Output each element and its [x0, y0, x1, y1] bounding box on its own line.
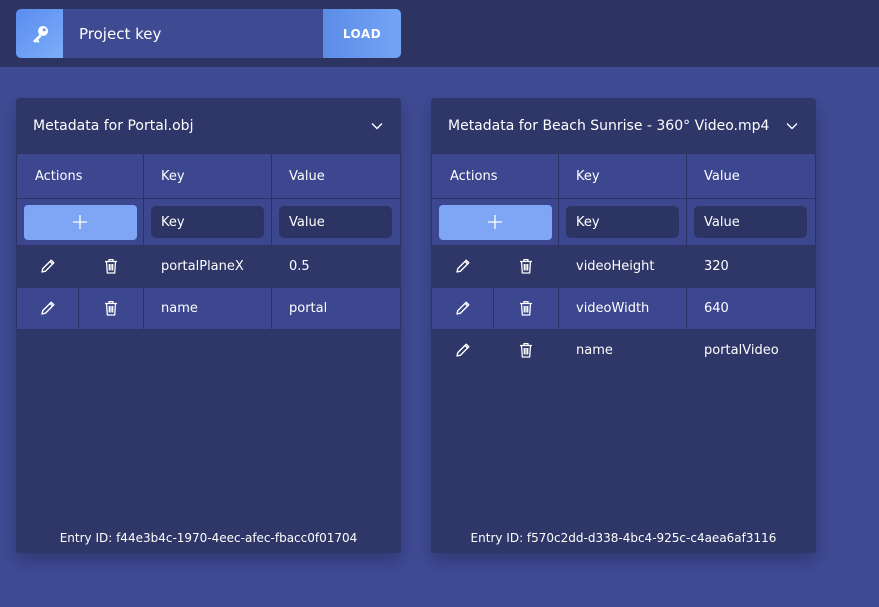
chevron-down-icon[interactable]	[370, 119, 384, 133]
column-header-key: Key	[143, 153, 272, 199]
table-row: videoWidth 640	[431, 287, 816, 330]
top-bar: LOAD	[0, 0, 879, 67]
project-key-input[interactable]	[63, 9, 323, 58]
pencil-icon[interactable]	[452, 339, 474, 361]
row-value: 640	[686, 287, 816, 330]
plus-icon	[73, 214, 87, 229]
row-value: 320	[686, 245, 816, 288]
card-title: Metadata for Portal.obj	[33, 117, 194, 134]
new-key-input[interactable]	[566, 206, 679, 238]
key-icon	[16, 9, 63, 58]
pencil-icon[interactable]	[452, 255, 474, 277]
pencil-icon[interactable]	[37, 255, 59, 277]
pencil-icon[interactable]	[452, 297, 474, 319]
pencil-icon[interactable]	[37, 297, 59, 319]
new-entry-row	[431, 198, 816, 246]
trash-icon[interactable]	[515, 339, 537, 361]
new-entry-row	[16, 198, 401, 246]
new-key-input[interactable]	[151, 206, 264, 238]
entry-id: Entry ID: f44e3b4c-1970-4eec-afec-fbacc0…	[59, 531, 358, 545]
row-key: videoWidth	[558, 287, 687, 330]
row-key: portalPlaneX	[143, 245, 272, 288]
new-value-input[interactable]	[279, 206, 392, 238]
add-entry-button[interactable]	[439, 204, 552, 240]
metadata-card-portal: Metadata for Portal.obj Actions Key Valu…	[16, 98, 401, 553]
row-value: 0.5	[271, 245, 401, 288]
new-value-input[interactable]	[694, 206, 807, 238]
trash-icon[interactable]	[100, 297, 122, 319]
table-row: portalPlaneX 0.5	[16, 245, 401, 288]
table-row: videoHeight 320	[431, 245, 816, 288]
trash-icon[interactable]	[100, 255, 122, 277]
load-button[interactable]: LOAD	[323, 9, 401, 58]
metadata-card-beach-sunrise: Metadata for Beach Sunrise - 360° Video.…	[431, 98, 816, 553]
card-header: Metadata for Portal.obj	[16, 98, 401, 153]
table-row: name portalVideo	[431, 329, 816, 372]
table-row: name portal	[16, 287, 401, 330]
column-header-actions: Actions	[431, 153, 559, 199]
add-entry-button[interactable]	[24, 204, 137, 240]
column-header-value: Value	[271, 153, 401, 199]
entry-id: Entry ID: f570c2dd-d338-4bc4-925c-c4aea6…	[470, 531, 777, 545]
card-header: Metadata for Beach Sunrise - 360° Video.…	[431, 98, 816, 153]
metadata-table: Actions Key Value	[431, 153, 816, 372]
project-key-group: LOAD	[16, 9, 401, 58]
chevron-down-icon[interactable]	[785, 119, 799, 133]
row-value: portalVideo	[686, 329, 816, 372]
metadata-table: Actions Key Value	[16, 153, 401, 330]
trash-icon[interactable]	[515, 255, 537, 277]
column-header-value: Value	[686, 153, 816, 199]
row-key: name	[558, 329, 687, 372]
row-value: portal	[271, 287, 401, 330]
card-title: Metadata for Beach Sunrise - 360° Video.…	[448, 117, 770, 134]
trash-icon[interactable]	[515, 297, 537, 319]
row-key: videoHeight	[558, 245, 687, 288]
column-header-actions: Actions	[16, 153, 144, 199]
plus-icon	[488, 214, 502, 229]
row-key: name	[143, 287, 272, 330]
column-header-key: Key	[558, 153, 687, 199]
